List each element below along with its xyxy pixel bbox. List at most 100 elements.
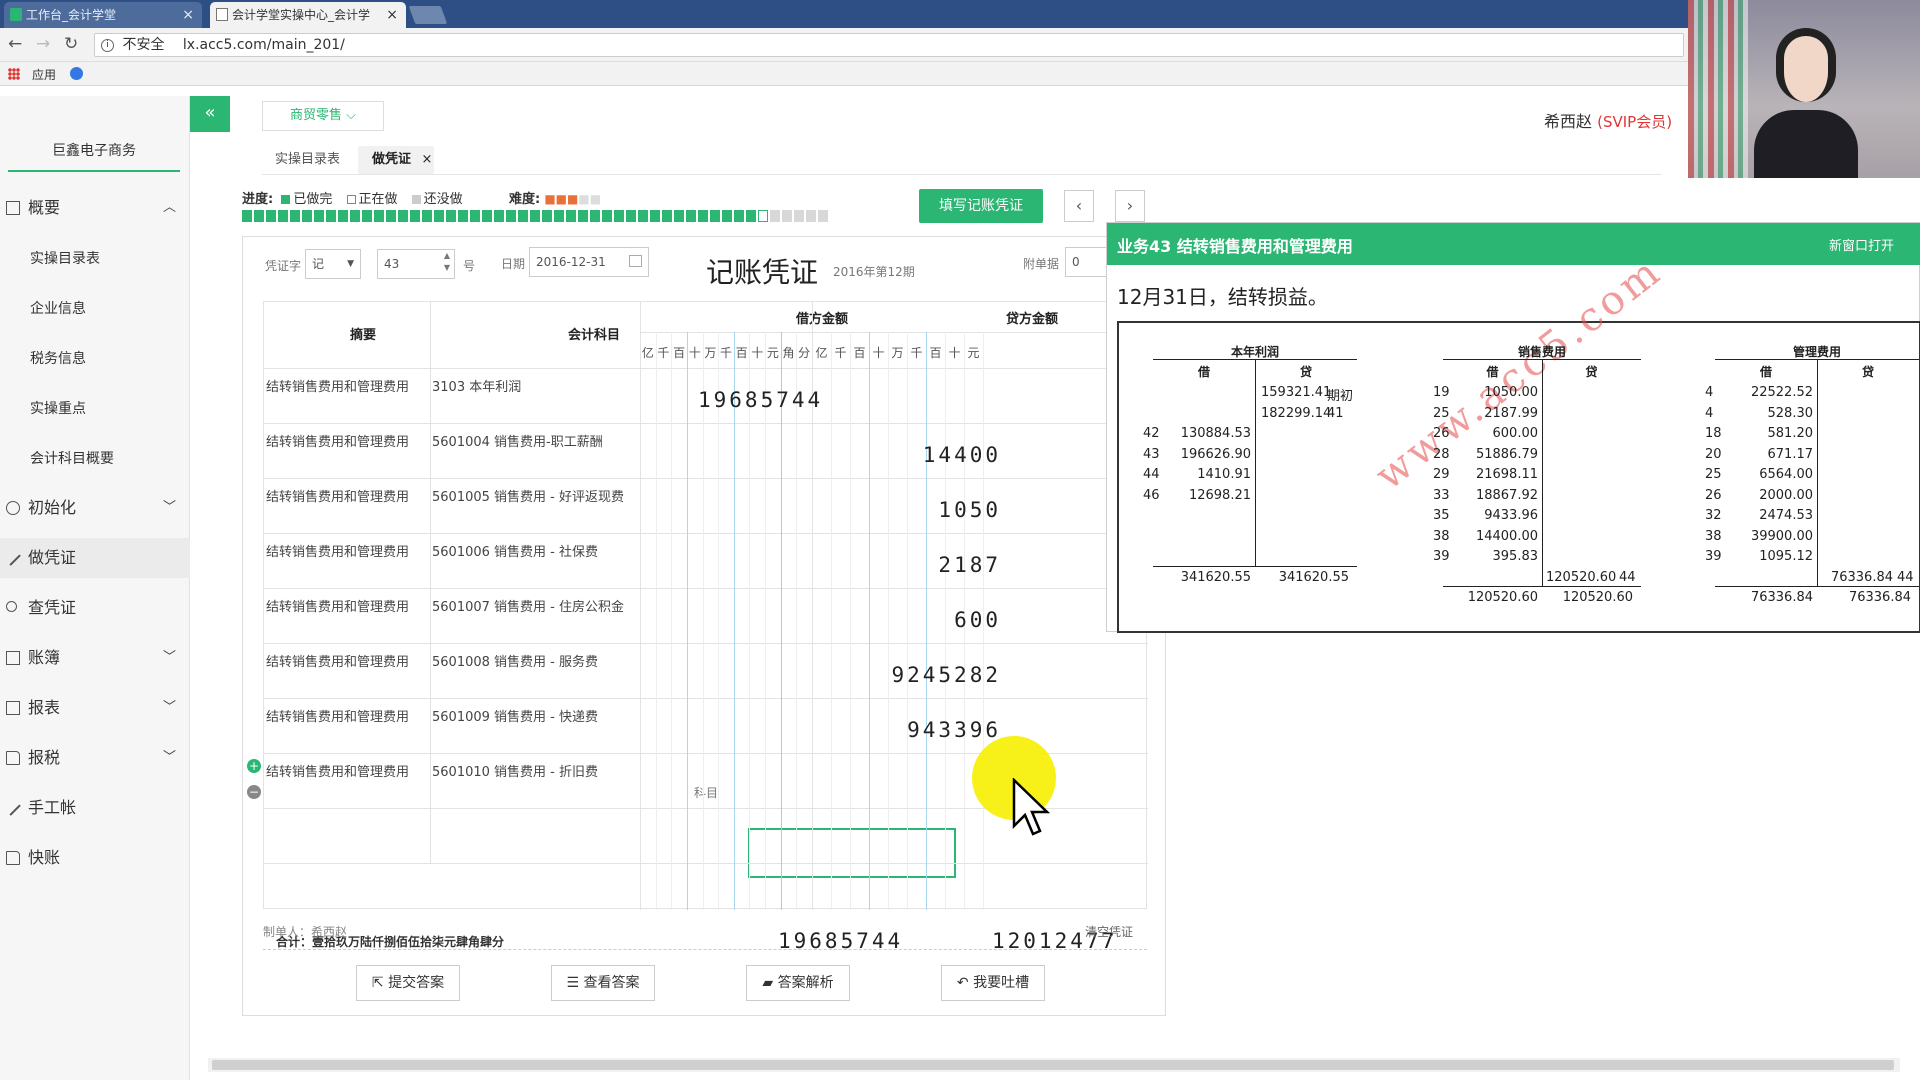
progress-segment xyxy=(662,210,672,222)
debit-amount: 1050.00 xyxy=(1484,385,1538,400)
company-underline xyxy=(8,170,180,172)
view-answer-button[interactable]: ☰ 查看答案 xyxy=(551,965,655,1001)
sidebar-subitem-accounts-overview[interactable]: 会计科目概要 xyxy=(30,448,114,468)
progress-segment xyxy=(806,210,816,222)
collapse-sidebar-button[interactable]: « xyxy=(190,96,230,132)
webcam-video xyxy=(1688,0,1920,178)
sidebar-subitem-catalog[interactable]: 实操目录表 xyxy=(30,248,100,268)
grid-line xyxy=(686,332,688,910)
url-input[interactable]: i 不安全 lx.acc5.com/main_201/ xyxy=(94,33,1684,57)
voucher-number-input[interactable]: 43 ▲ ▼ xyxy=(377,249,455,279)
add-row-icon[interactable]: + xyxy=(247,759,261,773)
sidebar-item-ledgers[interactable]: 账簿 ﹀ xyxy=(0,638,190,678)
forward-icon[interactable]: → xyxy=(36,35,50,53)
voucher-word-select[interactable]: 记 ▼ xyxy=(305,249,361,279)
sidebar-item-overview[interactable]: 概要 ︿ xyxy=(0,188,190,228)
progress-segment xyxy=(338,210,348,222)
baidu-paw-icon[interactable] xyxy=(70,67,83,80)
t-account-center-line xyxy=(1255,359,1256,566)
chevron-down-icon[interactable]: ﹀ xyxy=(163,738,176,778)
progress-segment xyxy=(278,210,288,222)
open-new-window-link[interactable]: 新窗口打开 xyxy=(1829,235,1894,254)
sidebar-item-query-voucher[interactable]: 查凭证 xyxy=(0,588,190,628)
remove-row-icon[interactable]: − xyxy=(247,785,261,799)
bookmarks-bar: 应用 xyxy=(0,62,1920,86)
sidebar-item-label: 做凭证 xyxy=(28,548,77,567)
grid-line xyxy=(926,332,927,910)
close-icon[interactable]: × xyxy=(422,152,433,167)
doing-swatch xyxy=(346,195,356,204)
sidebar-item-label: 报表 xyxy=(28,698,61,717)
task-hint-panel: 业务43 结转销售费用和管理费用 新窗口打开 12月31日，结转损益。 www.… xyxy=(1106,222,1920,633)
sidebar-item-reports[interactable]: 报表 ﹀ xyxy=(0,688,190,728)
horizontal-scrollbar[interactable] xyxy=(208,1058,1900,1072)
sidebar-item-init[interactable]: 初始化 ﹀ xyxy=(0,488,190,528)
close-icon[interactable]: × xyxy=(386,2,398,28)
scrollbar-thumb[interactable] xyxy=(212,1060,1894,1070)
stepper-icon[interactable]: ▲ ▼ xyxy=(444,250,450,274)
voucher-title: 记账凭证 xyxy=(706,256,819,289)
debit-amount: 2474.53 xyxy=(1759,508,1813,523)
progress-bar xyxy=(242,210,832,222)
list-icon xyxy=(6,701,20,715)
new-tab-button[interactable] xyxy=(408,6,448,24)
progress-segment xyxy=(686,210,696,222)
chevron-down-icon[interactable]: ﹀ xyxy=(163,488,176,528)
attachment-value: 0 xyxy=(1072,255,1080,269)
tab-make-voucher[interactable]: 做凭证 × xyxy=(358,146,434,174)
sidebar-item-make-voucher[interactable]: 做凭证 xyxy=(0,538,190,578)
insecure-label: 不安全 xyxy=(122,37,165,53)
fill-voucher-button[interactable]: 填写记账凭证 xyxy=(919,189,1043,223)
user-info[interactable]: 希西赵 (SVIP会员) xyxy=(1544,108,1672,132)
progress-segment xyxy=(374,210,384,222)
browser-tab-practice[interactable]: 会计学堂实操中心_会计学 × xyxy=(210,2,406,28)
debit-amount: 1410.91 xyxy=(1197,467,1251,482)
industry-dropdown[interactable]: 商贸零售 ⌵ xyxy=(262,101,384,131)
debit-total: 341620.55 xyxy=(1180,569,1251,585)
feedback-button[interactable]: ↶ 我要吐槽 xyxy=(941,965,1045,1001)
row-account: 5601004 销售费用-职工薪酬 xyxy=(432,435,603,450)
progress-segment xyxy=(746,210,756,222)
progress-segment xyxy=(410,210,420,222)
chevron-down-icon[interactable]: ﹀ xyxy=(163,688,176,728)
t-account-title: 本年利润 xyxy=(1230,345,1279,359)
submit-answer-button[interactable]: ⇱ 提交答案 xyxy=(356,965,460,1001)
credit-amount: 159321.41 xyxy=(1261,385,1332,400)
sidebar-item-manual-ledger[interactable]: 手工帐 xyxy=(0,788,190,828)
credit-total: 76336.84 xyxy=(1848,590,1911,605)
chevron-up-icon[interactable]: ︿ xyxy=(163,188,176,228)
sidebar-item-quick-ledger[interactable]: 快账 xyxy=(0,838,190,878)
debit-amount-input[interactable] xyxy=(748,828,956,878)
tab-catalog[interactable]: 实操目录表 xyxy=(275,146,340,174)
back-icon[interactable]: ← xyxy=(8,35,22,53)
chevron-down-icon[interactable]: ﹀ xyxy=(163,638,176,678)
progress-segment xyxy=(566,210,576,222)
apps-grid-icon[interactable] xyxy=(8,68,20,80)
grid-line xyxy=(655,332,657,910)
next-task-button[interactable]: › xyxy=(1115,190,1145,222)
clear-voucher-link[interactable]: 清空凭证 xyxy=(1085,923,1133,940)
browser-tab-workbench[interactable]: 工作台_会计学堂 × xyxy=(4,2,202,28)
close-icon[interactable]: × xyxy=(182,2,194,28)
sidebar-subitem-tax-info[interactable]: 税务信息 xyxy=(30,348,86,368)
credit-ref: 期初 xyxy=(1327,389,1354,404)
apps-bookmark[interactable]: 应用 xyxy=(32,66,56,83)
debit-amount: 1095.12 xyxy=(1759,549,1813,564)
prev-task-button[interactable]: ‹ xyxy=(1064,190,1094,222)
sidebar-subitem-company-info[interactable]: 企业信息 xyxy=(30,298,86,318)
credit-amount: 120520.60 xyxy=(1546,569,1617,585)
reload-icon[interactable]: ↻ xyxy=(64,35,78,53)
row-credit-amount: 2187 xyxy=(938,553,1001,577)
sidebar-item-tax[interactable]: 报税 ﹀ xyxy=(0,738,190,778)
calendar-icon[interactable] xyxy=(629,255,642,267)
header-summary: 摘要 xyxy=(350,328,377,343)
date-input[interactable]: 2016-12-31 xyxy=(529,247,649,277)
credit-amount: 76336.84 xyxy=(1830,569,1893,585)
progress-segment xyxy=(530,210,540,222)
sidebar-subitem-key-points[interactable]: 实操重点 xyxy=(30,398,86,418)
credit-total: 120520.60 xyxy=(1562,590,1633,605)
debit-unit-label: 百 xyxy=(735,346,748,360)
answer-analysis-button[interactable]: ▰ 答案解析 xyxy=(746,965,850,1001)
debit-unit-label: 万 xyxy=(704,346,717,360)
progress-segment xyxy=(770,210,780,222)
